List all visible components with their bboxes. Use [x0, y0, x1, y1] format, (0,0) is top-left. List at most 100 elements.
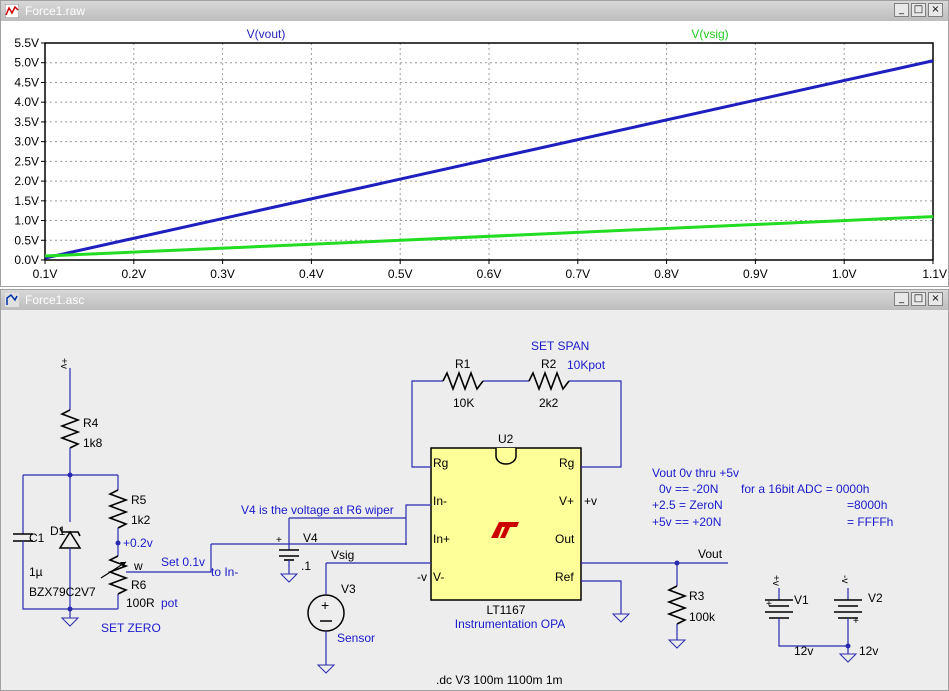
c1-label[interactable]: C1: [29, 531, 45, 545]
r1-value[interactable]: 10K: [453, 396, 474, 410]
x-tick-label: 0.2V: [121, 267, 146, 281]
pot-10k-label: 10Kpot: [567, 358, 606, 372]
pot-label: pot: [161, 596, 178, 610]
set-01v-label: Set 0.1v: [161, 555, 205, 569]
minimize-button[interactable]: _: [894, 292, 909, 306]
note-line-1: Vout 0v thru +5v: [652, 466, 739, 480]
waveform-plot[interactable]: 0.0V 0.5V 1.0V 1.5V 2.0V 2.5V 3.0V 3.5V 4.0V 4.5V…: [1, 21, 948, 286]
r4-label[interactable]: R4: [83, 416, 99, 430]
y-tick-label: 0.0V: [14, 253, 39, 267]
dc-command[interactable]: .dc V3 100m 1100m 1m: [436, 673, 563, 687]
pin-out: Out: [555, 532, 575, 546]
d1-value[interactable]: BZX79C2V7: [29, 585, 96, 599]
ic-notch: [495, 448, 517, 465]
r4-value[interactable]: 1k8: [83, 436, 103, 450]
set-span-label: SET SPAN: [531, 339, 589, 353]
svg-text:+: +: [766, 599, 772, 610]
plus-v-label: +v: [584, 494, 597, 508]
x-tick-label: 0.8V: [654, 267, 679, 281]
y-tick-label: 4.0V: [14, 95, 39, 109]
u2-label[interactable]: U2: [498, 432, 514, 446]
y-tick-label: 1.5V: [14, 194, 39, 208]
plus-02v-label: +0.2v: [123, 536, 153, 550]
pin-rg-right: Rg: [559, 456, 574, 470]
x-tick-label: 0.3V: [210, 267, 235, 281]
schematic-window: Force1.asc _ □ × Rg Rg In- In+ V+ Out V-…: [0, 289, 949, 691]
pin-v-minus: V-: [433, 570, 444, 584]
x-tick-label: 0.5V: [388, 267, 413, 281]
svg-text:+: +: [321, 597, 329, 613]
r5-label[interactable]: R5: [131, 493, 147, 507]
schematic-icon: [5, 293, 19, 307]
y-tick-label: 5.5V: [14, 36, 39, 50]
r6-label[interactable]: R6: [131, 578, 147, 592]
r2-value[interactable]: 2k2: [539, 396, 559, 410]
vsig-label: Vsig: [331, 548, 354, 562]
x-tick-label: 1.1V: [922, 267, 947, 281]
v4-note: V4 is the voltage at R6 wiper: [241, 503, 394, 517]
svg-text:+: +: [276, 535, 282, 546]
v3-label[interactable]: V3: [341, 582, 356, 596]
c1-value[interactable]: 1µ: [29, 565, 43, 579]
r5-value[interactable]: 1k2: [131, 513, 151, 527]
close-button[interactable]: ×: [928, 292, 943, 306]
legend-vout[interactable]: V(vout): [247, 27, 286, 41]
schematic-window-title: Force1.asc: [25, 293, 85, 307]
schematic-window-titlebar[interactable]: Force1.asc _ □ ×: [1, 290, 948, 311]
v4-label[interactable]: V4: [303, 531, 318, 545]
close-button[interactable]: ×: [928, 3, 943, 17]
x-tick-label: 0.7V: [565, 267, 590, 281]
d1-label[interactable]: D1: [50, 524, 66, 538]
x-tick-label: 0.9V: [743, 267, 768, 281]
r3-value[interactable]: 100k: [689, 610, 716, 624]
y-tick-label: 3.5V: [14, 115, 39, 129]
note-line-6: +5v == +20N: [652, 515, 721, 529]
waveform-icon: [5, 4, 19, 18]
instr-opa-label: Instrumentation OPA: [455, 617, 566, 631]
set-zero-label: SET ZERO: [101, 621, 161, 635]
minimize-button[interactable]: _: [894, 3, 909, 17]
r2-label[interactable]: R2: [541, 357, 557, 371]
plot-window-title: Force1.raw: [25, 4, 86, 18]
lt1167-label[interactable]: LT1167: [487, 603, 526, 617]
y-tick-label: 2.5V: [14, 154, 39, 168]
x-tick-label: 1.0V: [832, 267, 857, 281]
x-tick-label: 0.1V: [33, 267, 58, 281]
y-tick-label: 3.0V: [14, 135, 39, 149]
minus-v-label: -v: [417, 570, 427, 584]
wiper-label: w: [133, 559, 143, 573]
legend-vsig[interactable]: V(vsig): [691, 27, 728, 41]
maximize-button[interactable]: □: [911, 3, 926, 17]
pin-in-plus: In+: [433, 532, 450, 546]
y-tick-label: 1.0V: [14, 214, 39, 228]
note-line-5: =8000h: [847, 498, 887, 512]
plot-window: Force1.raw _ □ × 0.0V 0.5V 1.0V 1.5V 2.0V 2.5…: [0, 0, 949, 287]
schematic-canvas[interactable]: Rg Rg In- In+ V+ Out V- Ref U2 LT1167 In…: [1, 310, 948, 690]
r4-supply-label: +v: [58, 358, 69, 369]
v1-label[interactable]: V1: [794, 593, 809, 607]
y-tick-label: 4.5V: [14, 75, 39, 89]
pin-ref: Ref: [555, 570, 574, 584]
maximize-button[interactable]: □: [911, 292, 926, 306]
vout-label: Vout: [698, 547, 723, 561]
y-tick-label: 2.0V: [14, 174, 39, 188]
pin-rg-left: Rg: [433, 456, 448, 470]
plot-window-titlebar[interactable]: Force1.raw _ □ ×: [1, 1, 948, 22]
y-tick-label: 0.5V: [14, 233, 39, 247]
v2-label[interactable]: V2: [868, 591, 883, 605]
y-tick-label: 5.0V: [14, 56, 39, 70]
v1-supply-label: +v: [770, 575, 781, 586]
r1-label[interactable]: R1: [455, 357, 471, 371]
v2-value[interactable]: 12v: [859, 644, 878, 658]
pin-v-plus: V+: [559, 494, 574, 508]
v4-value[interactable]: .1: [301, 559, 311, 573]
v1-value[interactable]: 12v: [794, 644, 813, 658]
v2-supply-label: -v: [839, 575, 850, 583]
x-tick-label: 0.6V: [477, 267, 502, 281]
pin-in-minus: In-: [433, 494, 447, 508]
r6-value[interactable]: 100R: [126, 596, 155, 610]
note-line-2: 0v == -20N: [659, 482, 718, 496]
note-line-4: +2.5 = ZeroN: [652, 498, 723, 512]
note-line-7: = FFFFh: [847, 515, 893, 529]
r3-label[interactable]: R3: [689, 589, 705, 603]
